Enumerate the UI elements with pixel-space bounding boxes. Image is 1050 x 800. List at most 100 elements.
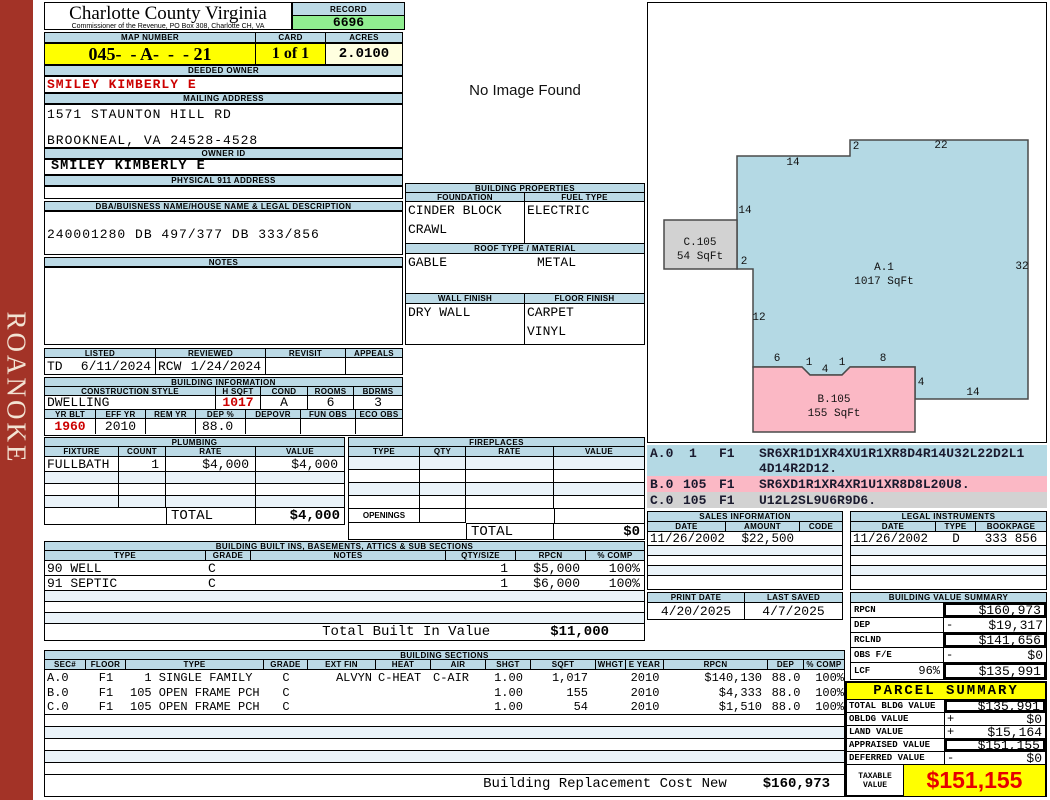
reviewed-label: REVIEWED xyxy=(156,349,266,357)
fuel-label: FUEL TYPE xyxy=(525,193,644,201)
roof-type-value: GABLE xyxy=(408,255,448,270)
air-label: AIR xyxy=(431,660,486,669)
section-air: C-AIR xyxy=(433,670,470,685)
vector-row-a: A.0 1 F1 SR6XR1D1XR4XU1R1XR8D4R14U32L22D… xyxy=(647,445,1047,476)
legal-date: 11/26/2002 xyxy=(853,532,929,545)
map-value-row: 045- - A- - - 21 1 of 1 2.0100 xyxy=(44,43,403,65)
plumbing-rate-label: RATE xyxy=(166,447,256,456)
acres-label: ACRES xyxy=(326,33,402,42)
print-date-value: 4/20/2025 xyxy=(648,603,745,619)
section-grade: C xyxy=(282,670,290,685)
value-summary-title: BUILDING VALUE SUMMARY xyxy=(851,593,1046,603)
builtins-type-label: TYPE xyxy=(45,551,206,560)
parcel-value: $151,155 xyxy=(977,739,1040,751)
vector-mult: 105 xyxy=(683,476,707,492)
cond-value: A xyxy=(261,396,308,409)
mailing-address-label: MAILING ADDRESS xyxy=(44,93,403,104)
vector-row-b: B.0 105 F1 SR6XD1R1XR4XR1U1XR8D8L20U8. xyxy=(647,476,1047,492)
section-rpcn: $4,333 xyxy=(718,685,762,700)
section-floor: F1 xyxy=(98,670,114,685)
section-rpcn: $1,510 xyxy=(718,700,762,714)
vector-row-c: C.0 105 F1 U12L2SL9U6R9D6. xyxy=(647,492,1047,508)
plumbing-total-label: TOTAL xyxy=(166,508,256,524)
last-saved-value: 4/7/2025 xyxy=(762,603,825,619)
fireplaces-total-label: TOTAL xyxy=(466,523,554,539)
vs-label-wrap: LCF 96% xyxy=(851,663,944,679)
dep-col-label: DEP xyxy=(768,660,804,669)
remyr-label: REM YR xyxy=(146,410,196,418)
builtins-grade: C xyxy=(208,561,216,575)
legal-book: 333 856 xyxy=(984,532,1038,545)
builtins-notes xyxy=(251,561,446,575)
deeded-owner-box: SMILEY KIMBERLY E xyxy=(44,76,403,93)
appeals-label: APPEALS xyxy=(346,349,402,357)
builtins-qty: 1 xyxy=(500,561,508,575)
deeded-owner-label: DEEDED OWNER xyxy=(44,65,403,76)
builtins-row: 90 WELL C 1 $5,000 100% xyxy=(45,561,644,576)
builtins-grade: C xyxy=(208,576,216,590)
vector-floor: F1 xyxy=(719,492,735,508)
sales-code xyxy=(800,532,842,545)
vector-line2: 4D14R2D12. xyxy=(759,461,838,476)
sales-date: 11/26/2002 xyxy=(650,532,726,545)
county-title: Charlotte County Virginia xyxy=(69,3,267,24)
parcel-value-wrap: $135,991 xyxy=(945,700,1045,712)
plumbing-count: 1 xyxy=(119,457,166,471)
plumbing-row: FULLBATH 1 $4,000 $4,000 xyxy=(45,457,344,472)
fireplaces-openings-value xyxy=(420,509,466,523)
owner-id-label: OWNER ID xyxy=(44,148,403,159)
ecoobs-label: ECO OBS xyxy=(356,410,402,418)
section-whgt xyxy=(596,670,626,685)
replacement-cost-value: $160,973 xyxy=(762,776,830,792)
builtins-rpcn: $6,000 xyxy=(533,576,580,590)
parcel-summary-title: PARCEL SUMMARY xyxy=(847,683,1045,700)
parcel-sign: - xyxy=(947,752,955,764)
parcel-label: DEFERRED VALUE xyxy=(847,752,945,764)
map-number-value: 045- - A- - - 21 xyxy=(45,44,256,64)
vector-floor: F1 xyxy=(719,446,735,461)
sales-amount-label: AMOUNT xyxy=(726,522,800,531)
plumbing-value-label: VALUE xyxy=(256,447,344,456)
plumbing-total-value: $4,000 xyxy=(289,508,340,524)
builtins-type: 91 SEPTIC xyxy=(47,576,118,590)
record-box: RECORD 6696 xyxy=(292,2,405,30)
parcel-row: OBLDG VALUE + $0 xyxy=(847,713,1045,726)
legal-date-label: DATE xyxy=(851,522,936,531)
section-grade: C xyxy=(282,700,290,714)
parcel-label: OBLDG VALUE xyxy=(847,713,945,725)
sketch-dim: 14 xyxy=(738,205,752,217)
sketch-dim: 1 xyxy=(805,357,813,369)
appeals-value xyxy=(346,358,402,374)
extfin-label: EXT FIN xyxy=(308,660,376,669)
parcel-value-wrap: + $0 xyxy=(945,713,1045,725)
vector-line1: U12L2SL9U6R9D6. xyxy=(759,492,877,508)
value-summary-table: BUILDING VALUE SUMMARY RPCN $160,973 DEP… xyxy=(850,592,1047,680)
section-shgt: 1.00 xyxy=(494,670,523,685)
fireplaces-value-label: VALUE xyxy=(554,447,644,456)
record-value: 6696 xyxy=(293,16,404,29)
map-header-row: MAP NUMBER CARD ACRES xyxy=(44,32,403,43)
yrblt-value: 1960 xyxy=(45,419,96,434)
acres-value: 2.0100 xyxy=(326,44,402,64)
sketch-panel: A.1 1017 SqFt B.105 155 SqFt C.105 54 Sq… xyxy=(647,2,1047,443)
building-properties-title: BUILDING PROPERTIES xyxy=(406,184,644,193)
taxable-label: TAXABLE VALUE xyxy=(847,765,904,796)
listed-date: 6/11/2024 xyxy=(80,358,151,374)
sketch-dim: 2 xyxy=(740,256,748,268)
dba-label: DBA/BUISNESS NAME/HOUSE NAME & LEGAL DES… xyxy=(44,201,403,211)
sketch-vectors: A.0 1 F1 SR6XR1D1XR4XU1R1XR8D4R14U32L22D… xyxy=(647,445,1047,508)
revisit-value xyxy=(266,358,346,374)
sketch-region-b-sqft: 155 SqFt xyxy=(807,408,861,420)
fireplaces-total-value: $0 xyxy=(554,523,644,539)
section-eyear: 2010 xyxy=(630,685,660,700)
sketch-region-b-name: B.105 xyxy=(817,394,851,406)
plumbing-value: $4,000 xyxy=(291,457,338,471)
fireplaces-type-label: TYPE xyxy=(349,447,420,456)
floor-label: FLOOR xyxy=(86,660,126,669)
notes-box xyxy=(44,267,403,345)
building-sections-table: BUILDING SECTIONS SEC# FLOOR TYPE GRADE … xyxy=(44,650,845,797)
section-sec: C.0 xyxy=(47,700,69,714)
parcel-row: LAND VALUE + $15,164 xyxy=(847,726,1045,739)
legal-row: 11/26/2002 D 333 856 xyxy=(851,532,1046,546)
reviewed-value: RCW 1/24/2024 xyxy=(156,358,266,374)
